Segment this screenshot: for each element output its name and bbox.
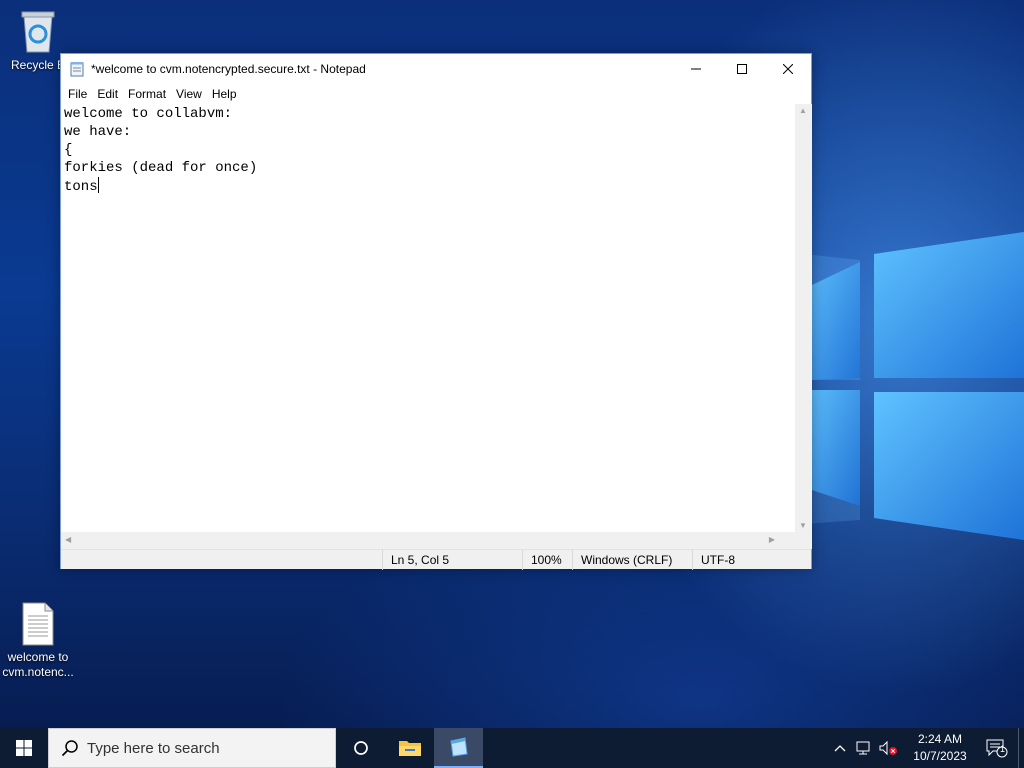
maximize-button[interactable] — [719, 54, 765, 84]
minimize-icon — [691, 68, 701, 70]
search-icon — [61, 740, 78, 757]
clock-time: 2:24 AM — [917, 732, 963, 746]
status-bar: Ln 5, Col 5 100% Windows (CRLF) UTF-8 — [61, 549, 811, 570]
recycle-bin-icon — [21, 11, 55, 53]
task-view-button[interactable] — [336, 728, 385, 768]
notepad-app-icon — [70, 62, 84, 77]
taskbar: Type here to search 2:24 AM 10/7/2023 1 — [0, 728, 1024, 768]
file-explorer-button[interactable] — [385, 728, 434, 768]
status-line-endings: Windows (CRLF) — [572, 550, 692, 570]
taskbar-search-box[interactable]: Type here to search — [48, 728, 336, 768]
close-icon — [783, 64, 793, 74]
text-line: { — [64, 142, 73, 158]
scroll-right-icon[interactable]: ▶ — [769, 535, 775, 544]
menu-help[interactable]: Help — [207, 87, 242, 101]
notepad-icon — [449, 737, 468, 757]
scroll-up-icon[interactable]: ▲ — [799, 106, 807, 115]
notepad-taskbar-button[interactable] — [434, 728, 483, 768]
recycle-bin-label: Recycle B — [10, 58, 66, 72]
notification-count-badge: 1 — [1000, 744, 1006, 754]
start-button[interactable] — [0, 728, 48, 768]
scroll-down-icon[interactable]: ▼ — [799, 521, 807, 530]
scroll-left-icon[interactable]: ◀ — [65, 535, 71, 544]
horizontal-scrollbar[interactable]: ◀ ▶ — [61, 532, 795, 549]
clock-date: 10/7/2023 — [913, 749, 967, 763]
text-line: forkies (dead for once) — [64, 160, 258, 176]
chevron-up-icon — [834, 745, 846, 752]
text-caret — [97, 177, 99, 193]
action-center-button[interactable]: 1 — [976, 738, 1018, 758]
title-bar[interactable]: *welcome to cvm.notencrypted.secure.txt … — [61, 54, 811, 84]
search-placeholder: Type here to search — [87, 739, 220, 757]
menu-edit[interactable]: Edit — [92, 87, 123, 101]
close-button[interactable] — [765, 54, 811, 84]
minimize-button[interactable] — [673, 54, 719, 84]
text-line: tons — [64, 179, 98, 195]
notepad-window[interactable]: *welcome to cvm.notencrypted.secure.txt … — [60, 53, 812, 570]
window-title: *welcome to cvm.notencrypted.secure.txt … — [91, 62, 366, 76]
vertical-scrollbar[interactable]: ▲ ▼ — [795, 104, 812, 532]
status-encoding: UTF-8 — [692, 550, 811, 570]
text-file-icon — [22, 602, 54, 646]
show-desktop-button[interactable] — [1018, 728, 1024, 768]
text-file-label-line2: cvm.notenc... — [2, 665, 74, 679]
show-hidden-icons-button[interactable] — [829, 744, 851, 752]
volume-muted-icon — [879, 740, 897, 756]
system-tray: 2:24 AM 10/7/2023 1 — [828, 728, 1024, 768]
status-position: Ln 5, Col 5 — [382, 550, 522, 570]
menu-file[interactable]: File — [63, 87, 92, 101]
network-icon — [856, 741, 870, 755]
menu-view[interactable]: View — [171, 87, 207, 101]
network-button[interactable] — [853, 740, 875, 756]
text-file-label-line1: welcome to — [7, 650, 69, 664]
menu-bar: File Edit Format View Help — [61, 84, 811, 104]
status-zoom: 100% — [522, 550, 572, 570]
text-line-current: tons — [64, 177, 795, 196]
menu-format[interactable]: Format — [123, 87, 171, 101]
maximize-icon — [737, 64, 747, 74]
volume-button[interactable] — [877, 740, 899, 756]
text-editor[interactable]: welcome to collabvm: we have: { forkies (de… — [61, 104, 795, 532]
desktop-icon-text-file[interactable]: welcome to cvm.notenc... — [0, 602, 76, 680]
folder-icon — [398, 741, 421, 756]
cortana-icon — [353, 741, 368, 755]
clock[interactable]: 2:24 AM 10/7/2023 — [904, 731, 976, 765]
scroll-corner — [795, 532, 812, 549]
text-line: welcome to collabvm: — [64, 106, 233, 122]
text-line: we have: — [64, 124, 132, 140]
windows-logo-icon — [16, 740, 32, 756]
